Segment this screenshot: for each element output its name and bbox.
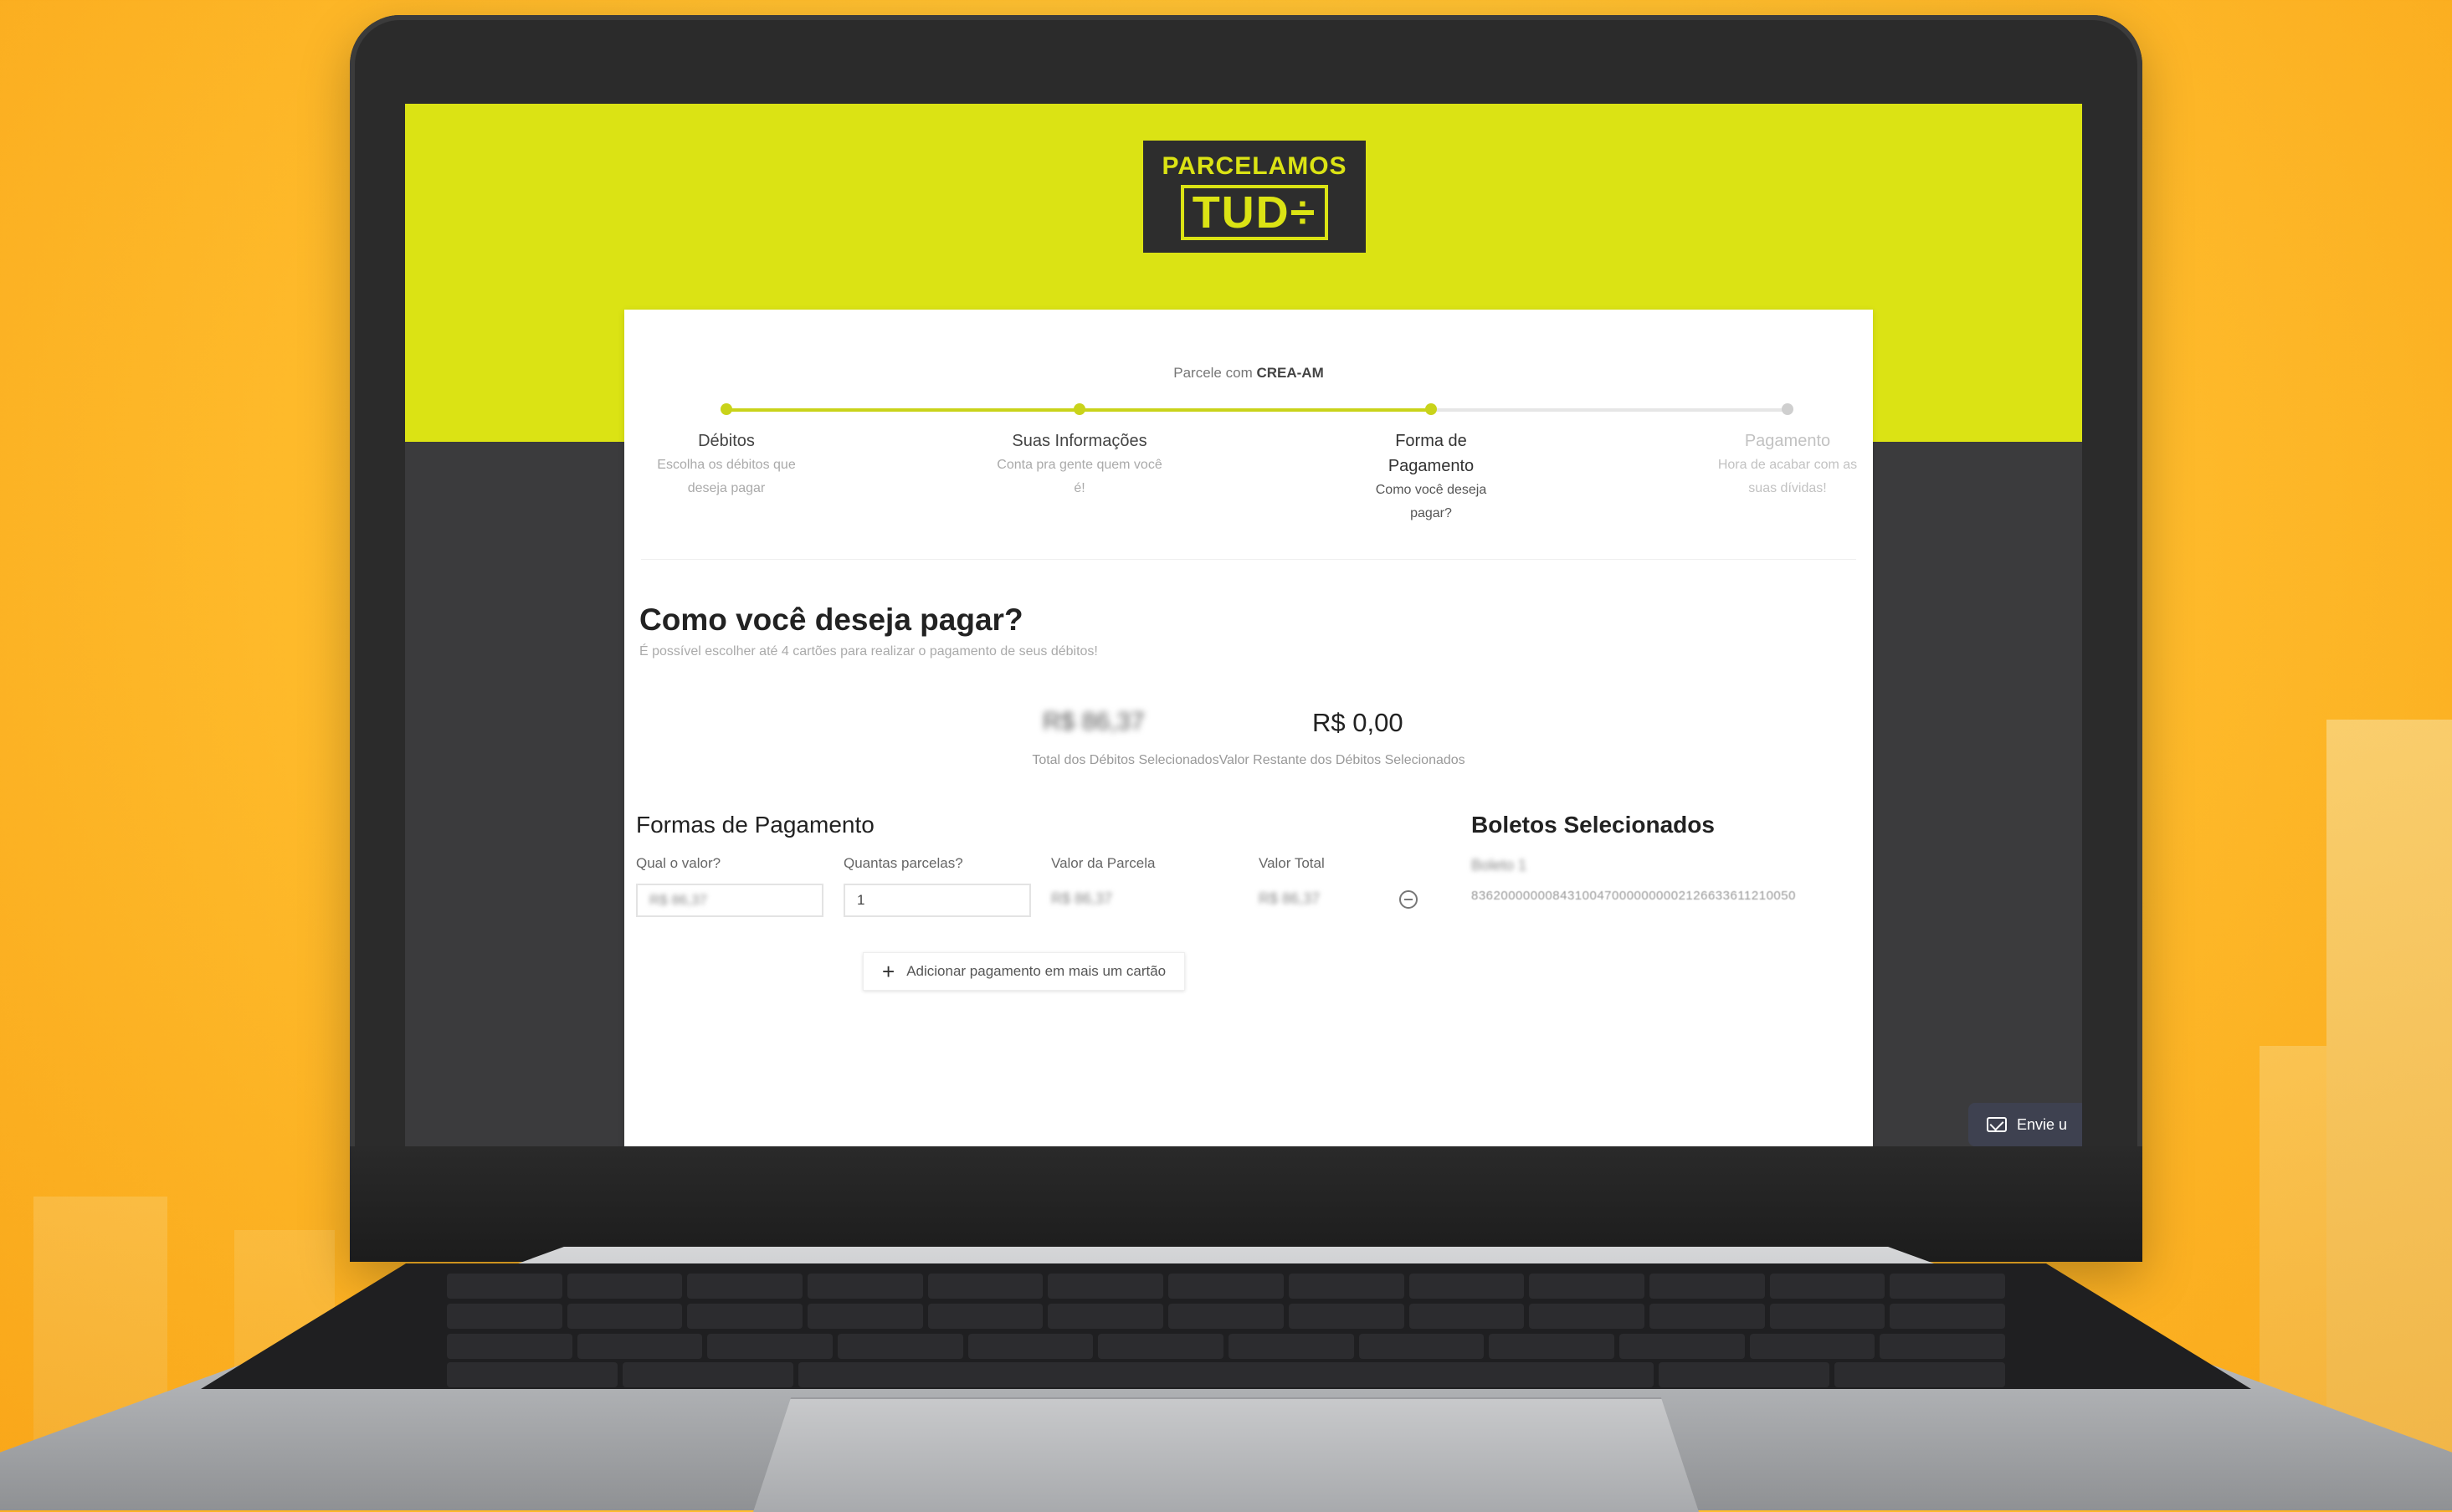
step-dot-informacoes	[1074, 403, 1085, 415]
feedback-label: Envie u	[2017, 1115, 2068, 1133]
installment-value: R$ 86,37	[1051, 890, 1113, 907]
mail-icon	[1987, 1117, 2007, 1132]
totals-label: Total dos Débitos SelecionadosValor Rest…	[1032, 753, 1465, 767]
page-title: Como você deseja pagar?	[639, 602, 1023, 637]
step-pagamento: Pagamento Hora de acabar com as suas dív…	[1704, 428, 1871, 500]
partner-prefix: Parcele com	[1173, 365, 1253, 381]
plus-icon: +	[882, 959, 895, 984]
total-value: R$ 86,37	[1259, 890, 1321, 907]
partner-name: CREA-AM	[1256, 365, 1324, 381]
amount-value: R$ 86,37	[649, 892, 707, 908]
background-building	[2326, 720, 2452, 1510]
payment-methods-title: Formas de Pagamento	[636, 812, 875, 838]
page-subtitle: É possível escolher até 4 cartões para r…	[639, 644, 1098, 659]
step-title: Pagamento	[1744, 432, 1831, 450]
step-dot-debitos	[721, 403, 732, 415]
brand-logo[interactable]: PARCELAMOS TUD÷	[1143, 141, 1366, 253]
add-card-label: Adicionar pagamento em mais um cartão	[906, 963, 1167, 979]
column-amount-label: Qual o valor?	[636, 855, 721, 871]
add-card-button[interactable]: + Adicionar pagamento em mais um cartão	[863, 952, 1186, 991]
column-installment-value-label: Valor da Parcela	[1051, 855, 1156, 871]
amount-input[interactable]: R$ 86,37	[636, 884, 823, 917]
boleto-code: 8362000000084310047000000000212663361121…	[1471, 889, 1796, 903]
step-description: Escolha os débitos que deseja pagar	[657, 458, 796, 495]
step-forma-pagamento[interactable]: Forma de Pagamento Como você deseja paga…	[1364, 428, 1498, 525]
installments-input[interactable]: 1	[844, 884, 1031, 917]
step-debitos[interactable]: Débitos Escolha os débitos que deseja pa…	[643, 428, 810, 500]
remaining-value: R$ 0,00	[1312, 708, 1403, 737]
column-installments-label: Quantas parcelas?	[844, 855, 963, 871]
boleto-name: Boleto 1	[1471, 857, 1527, 874]
logo-text-bottom: TUD÷	[1180, 185, 1329, 240]
partner-line: Parcele com CREA-AM	[624, 365, 1873, 382]
selected-boletos-title: Boletos Selecionados	[1471, 812, 1715, 838]
stepper-track-todo	[1431, 408, 1788, 412]
step-title: Débitos	[698, 432, 755, 450]
installments-value: 1	[857, 892, 865, 908]
step-dot-forma-pagamento	[1425, 403, 1437, 415]
checkout-card: Parcele com CREA-AM Débitos Escolha os d…	[624, 310, 1873, 1146]
selected-total-value: R$ 86,37	[1043, 708, 1145, 735]
step-description: Como você deseja pagar?	[1375, 483, 1487, 520]
section-divider	[641, 559, 1856, 560]
remove-circle-icon[interactable]	[1399, 890, 1418, 909]
laptop-screen: PARCELAMOS TUD÷ Parcele com CREA-AM Débi…	[405, 104, 2082, 1146]
laptop-hinge	[350, 1146, 2142, 1262]
progress-stepper: Débitos Escolha os débitos que deseja pa…	[624, 393, 1873, 552]
step-description: Conta pra gente quem você é!	[997, 458, 1162, 495]
step-title: Forma de Pagamento	[1388, 432, 1475, 475]
step-dot-pagamento	[1782, 403, 1793, 415]
step-title: Suas Informações	[1012, 432, 1147, 450]
laptop-keyboard	[201, 1263, 2251, 1389]
laptop-trackpad	[753, 1397, 1699, 1512]
feedback-button[interactable]: Envie u	[1968, 1103, 2082, 1146]
column-total-label: Valor Total	[1259, 855, 1325, 871]
step-description: Hora de acabar com as suas dívidas!	[1717, 458, 1858, 495]
step-informacoes[interactable]: Suas Informações Conta pra gente quem vo…	[996, 428, 1163, 500]
logo-text-top: PARCELAMOS	[1162, 152, 1347, 180]
